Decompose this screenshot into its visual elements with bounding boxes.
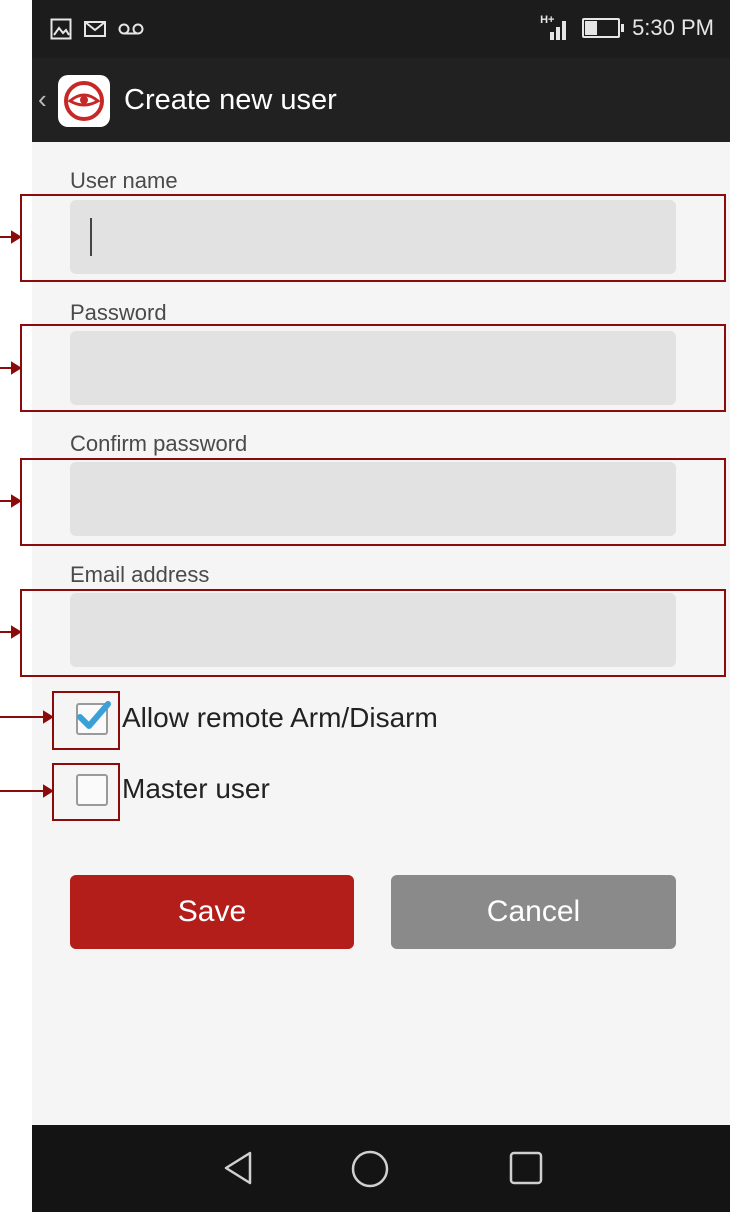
annotation-arrows	[0, 230, 54, 798]
